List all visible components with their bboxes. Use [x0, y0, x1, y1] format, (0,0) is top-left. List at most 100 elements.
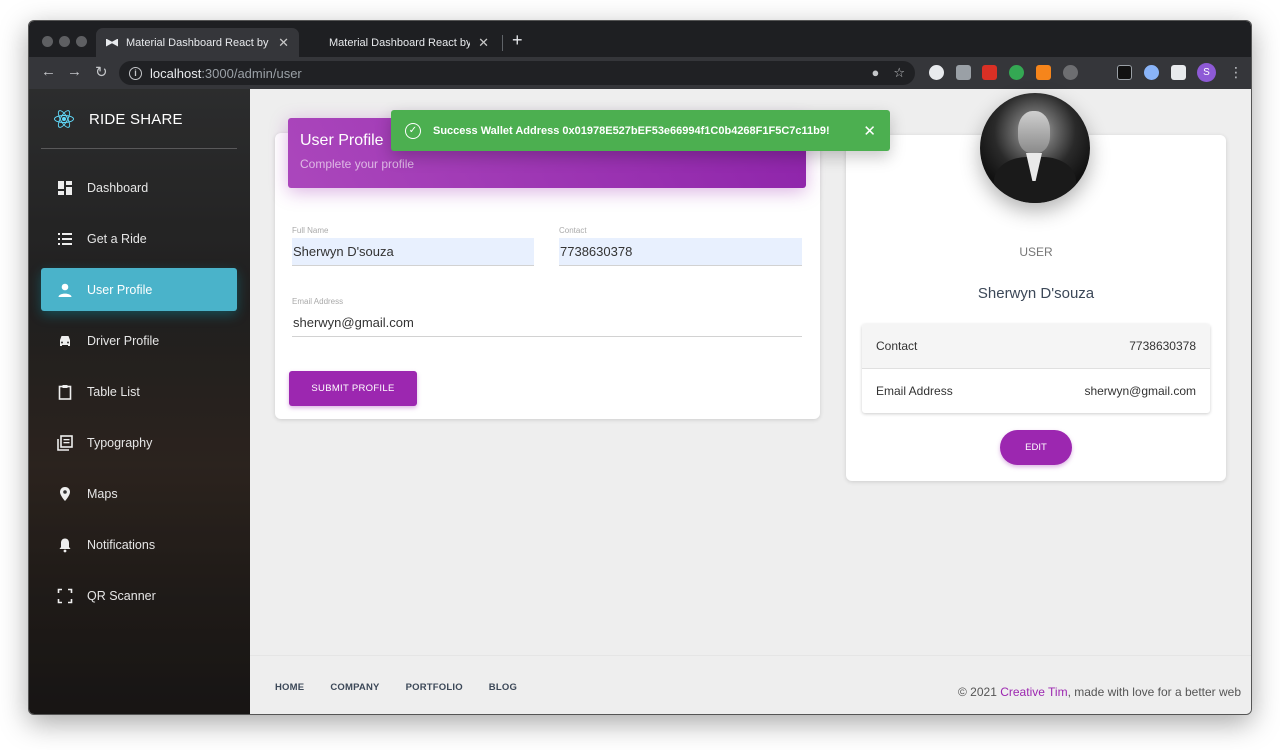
sidebar-item-qr-scanner[interactable]: QR Scanner [41, 574, 237, 617]
tab-close-icon[interactable]: ✕ [278, 35, 289, 51]
brand-title: RIDE SHARE [89, 110, 183, 128]
sidebar-nav: Dashboard Get a Ride User Profile Driver… [41, 166, 237, 625]
puzzle-extensions-icon[interactable] [1171, 65, 1186, 80]
email-input[interactable]: sherwyn@gmail.com [292, 309, 802, 337]
bell-icon [57, 537, 73, 553]
extension-red-icon[interactable] [982, 65, 997, 80]
field-label: Email Address [292, 297, 344, 306]
notification-text: Success Wallet Address 0x01978E527bEF53e… [433, 124, 830, 137]
sidebar: RIDE SHARE Dashboard Get a Ride User Pro… [29, 89, 250, 714]
row-value: sherwyn@gmail.com [1084, 383, 1196, 398]
sidebar-item-user-profile[interactable]: User Profile [41, 268, 237, 311]
extension-search-icon[interactable] [1144, 65, 1159, 80]
new-tab-button[interactable]: + [512, 30, 523, 51]
list-icon [57, 231, 73, 247]
card-subtitle: Complete your profile [300, 157, 415, 171]
sidebar-item-driver-profile[interactable]: Driver Profile [41, 319, 237, 362]
tab-close-icon[interactable]: ✕ [478, 35, 489, 51]
copyright-suffix: , made with love for a better web [1067, 685, 1241, 699]
row-label: Email Address [876, 383, 953, 398]
copyright-prefix: © 2021 [958, 685, 1001, 699]
terminal-icon[interactable] [1117, 65, 1132, 80]
browser-window: Material Dashboard React by Creative Tim… [28, 20, 1252, 715]
sidebar-item-typography[interactable]: Typography [41, 421, 237, 464]
tab-title: Material Dashboard React by Creative Tim [126, 36, 270, 49]
sidebar-item-label: QR Scanner [87, 588, 156, 603]
sidebar-item-notifications[interactable]: Notifications [41, 523, 237, 566]
address-bar[interactable]: i localhost :3000/admin/user ● ☆ [119, 61, 915, 85]
sidebar-item-label: User Profile [87, 282, 153, 297]
favicon-icon [106, 38, 118, 47]
react-logo-icon [53, 108, 75, 130]
sidebar-item-get-a-ride[interactable]: Get a Ride [41, 217, 237, 260]
success-notification: ✓ Success Wallet Address 0x01978E527bEF5… [391, 110, 890, 151]
location-pin-icon [57, 486, 73, 502]
footer-link-home[interactable]: HOME [275, 682, 304, 693]
browser-toolbar: ← → ↻ i localhost :3000/admin/user ● ☆ S… [29, 57, 1251, 89]
site-info-icon[interactable]: i [129, 66, 142, 80]
tab-strip: Material Dashboard React by Creative Tim… [29, 21, 1251, 57]
zoom-window-button[interactable] [76, 36, 87, 47]
brand[interactable]: RIDE SHARE [53, 108, 183, 130]
camera-icon[interactable]: ● [871, 65, 879, 81]
browser-tab[interactable]: Material Dashboard React by Creative Tim… [319, 28, 499, 57]
profile-avatar[interactable]: S [1197, 63, 1216, 82]
contact-input[interactable]: 7738630378 [559, 238, 802, 266]
sidebar-item-label: Typography [87, 435, 153, 450]
sidebar-item-label: Driver Profile [87, 333, 160, 348]
submit-profile-button[interactable]: SUBMIT PROFILE [289, 371, 417, 406]
person-icon [57, 282, 73, 298]
minimize-window-button[interactable] [59, 36, 70, 47]
footer-link-portfolio[interactable]: PORTFOLIO [406, 682, 463, 693]
forward-arrow-icon[interactable]: → [67, 63, 82, 80]
edit-button[interactable]: EDIT [1000, 430, 1072, 465]
field-label: Contact [559, 226, 587, 235]
user-summary-card: USER Sherwyn D'souza Contact 7738630378 … [846, 93, 1226, 481]
extension-pen-icon[interactable] [956, 65, 971, 80]
tab-separator [502, 35, 503, 51]
contact-field: Contact 7738630378 [559, 226, 802, 266]
creative-tim-link[interactable]: Creative Tim [1000, 685, 1067, 699]
tab-title: Material Dashboard React by Creative Tim [329, 36, 470, 49]
check-circle-icon: ✓ [405, 122, 421, 139]
metamask-fox-icon[interactable] [1036, 65, 1051, 80]
clipboard-icon [57, 384, 73, 400]
close-window-button[interactable] [42, 36, 53, 47]
footer-links: HOME COMPANY PORTFOLIO BLOG [275, 682, 517, 693]
footer-link-company[interactable]: COMPANY [330, 682, 379, 693]
sidebar-item-maps[interactable]: Maps [41, 472, 237, 515]
row-label: Contact [876, 338, 918, 353]
sidebar-item-label: Get a Ride [87, 231, 147, 246]
library-books-icon [57, 434, 73, 451]
sidebar-item-label: Dashboard [87, 180, 149, 195]
car-icon [57, 333, 73, 349]
sidebar-item-label: Notifications [87, 537, 156, 552]
user-info-table: Contact 7738630378 Email Address sherwyn… [862, 324, 1210, 413]
user-name: Sherwyn D'souza [977, 285, 1095, 302]
sidebar-item-label: Maps [87, 486, 118, 501]
user-avatar [980, 93, 1090, 203]
extension-circle-icon[interactable] [929, 65, 944, 80]
back-arrow-icon[interactable]: ← [41, 63, 56, 80]
sidebar-item-table-list[interactable]: Table List [41, 370, 237, 413]
divider [41, 148, 237, 149]
url-path: :3000/admin/user [201, 65, 302, 81]
field-label: Full Name [292, 226, 329, 235]
extension-green-icon[interactable] [1009, 65, 1024, 80]
scan-frame-icon [57, 588, 73, 604]
extension-bug-icon[interactable] [1063, 65, 1078, 80]
row-value: 7738630378 [1129, 338, 1196, 353]
table-row: Email Address sherwyn@gmail.com [862, 369, 1210, 414]
reload-icon[interactable]: ↻ [95, 63, 108, 81]
close-icon[interactable]: ✕ [863, 122, 876, 140]
dashboard-icon [57, 180, 73, 196]
more-menu-icon[interactable]: ⋮ [1229, 64, 1243, 81]
table-row: Contact 7738630378 [862, 324, 1210, 369]
bookmark-star-icon[interactable]: ☆ [893, 65, 905, 81]
full-name-input[interactable]: Sherwyn D'souza [292, 238, 534, 266]
full-name-field: Full Name Sherwyn D'souza [292, 226, 534, 266]
browser-tab-active[interactable]: Material Dashboard React by Creative Tim… [96, 28, 299, 57]
sidebar-item-dashboard[interactable]: Dashboard [41, 166, 237, 209]
footer: HOME COMPANY PORTFOLIO BLOG © 2021 Creat… [250, 655, 1251, 714]
footer-link-blog[interactable]: BLOG [489, 682, 517, 693]
